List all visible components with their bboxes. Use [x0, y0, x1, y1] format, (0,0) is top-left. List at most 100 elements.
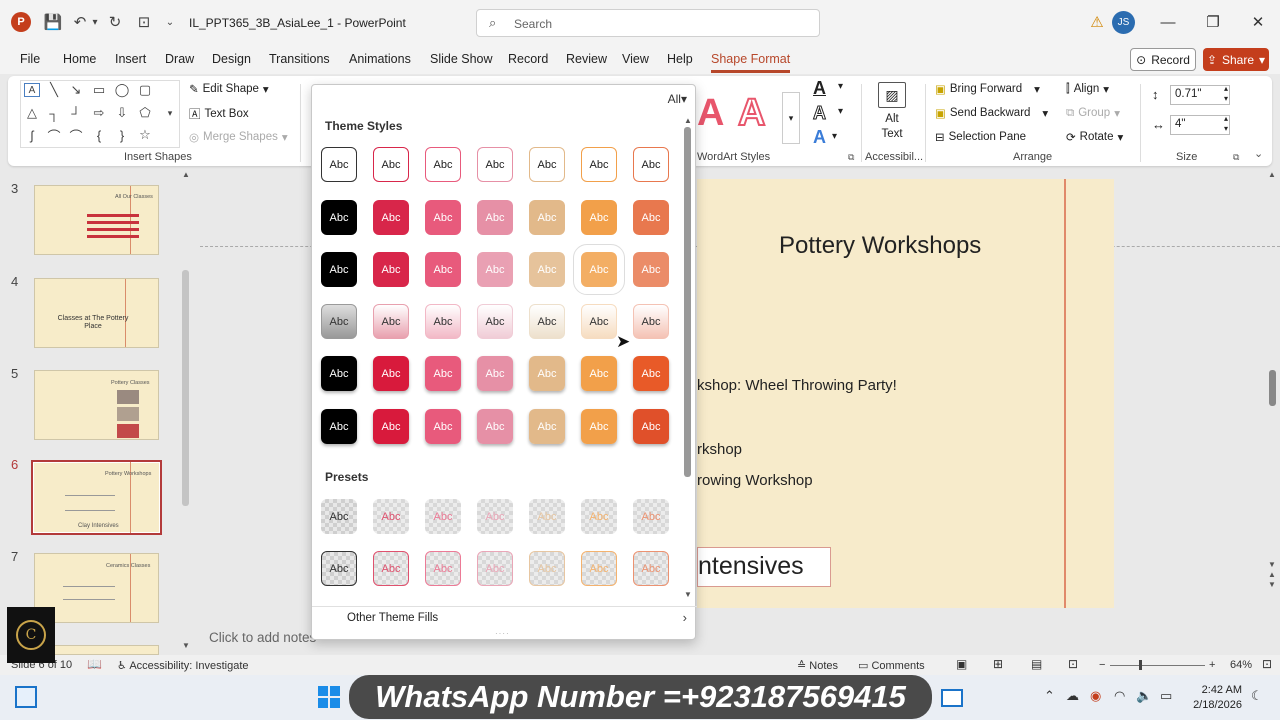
slide-bullet[interactable]: kshop: Wheel Throwing Party!: [697, 377, 897, 394]
volume-icon[interactable]: 🔈: [1136, 688, 1152, 704]
clock[interactable]: 2:42 AM 2/18/2026: [1186, 683, 1242, 713]
restore-icon[interactable]: ❐: [1203, 12, 1223, 32]
preset-style-swatch[interactable]: Abc: [321, 499, 357, 534]
accessibility-status[interactable]: ♿︎ Accessibility: Investigate: [117, 659, 249, 672]
text-box-button[interactable]: 🄰 Text Box: [189, 106, 249, 122]
elbow-connector-icon[interactable]: ┐: [46, 106, 62, 121]
slide-scrollbar[interactable]: [1269, 370, 1276, 406]
send-backward-button[interactable]: ▣ Send Backward ▾: [935, 106, 1048, 120]
theme-style-swatch[interactable]: Abc: [581, 304, 617, 339]
theme-style-swatch[interactable]: Abc: [373, 304, 409, 339]
battery-icon[interactable]: ▭: [1160, 688, 1172, 704]
slide-title[interactable]: Pottery Workshops: [779, 232, 981, 260]
theme-style-swatch[interactable]: Abc: [425, 200, 461, 235]
scroll-up-icon[interactable]: ▲: [1268, 170, 1276, 179]
gallery-scrollbar[interactable]: [684, 127, 691, 477]
present-icon[interactable]: ⊡: [134, 12, 154, 32]
undo-dropdown-icon[interactable]: ▾: [90, 12, 100, 32]
tab-help[interactable]: Help: [667, 52, 693, 66]
zoom-out-icon[interactable]: −: [1099, 659, 1105, 671]
alt-text-button[interactable]: Alt Text: [870, 112, 914, 142]
theme-style-swatch[interactable]: Abc: [321, 252, 357, 287]
slide-sorter-icon[interactable]: ⊞: [993, 657, 1003, 671]
merge-shapes-button[interactable]: ◎ Merge Shapes ▾: [189, 130, 288, 144]
search-box[interactable]: ⌕ Search: [476, 9, 820, 37]
scribble-shape-icon[interactable]: ʃ: [24, 128, 40, 143]
chevron-down-icon[interactable]: ▾: [838, 81, 843, 92]
slide-thumbnail-5[interactable]: Pottery Classes: [34, 370, 159, 440]
chevron-down-icon[interactable]: ▾: [832, 131, 837, 142]
comments-button[interactable]: ▭ Comments: [858, 659, 925, 672]
warning-icon[interactable]: ⚠: [1087, 12, 1107, 32]
reading-view-icon[interactable]: ▤: [1031, 657, 1042, 671]
chevron-down-icon[interactable]: ▾: [838, 106, 843, 117]
tab-slide-show[interactable]: Slide Show: [430, 52, 493, 66]
preset-style-swatch[interactable]: Abc: [373, 551, 409, 586]
theme-style-swatch[interactable]: Abc: [477, 252, 513, 287]
tab-file[interactable]: File: [20, 52, 40, 66]
theme-style-swatch[interactable]: Abc: [373, 356, 409, 391]
theme-style-swatch[interactable]: Abc: [529, 356, 565, 391]
theme-style-swatch[interactable]: Abc: [477, 304, 513, 339]
curve-shape-icon[interactable]: ⌒: [68, 128, 84, 144]
theme-style-swatch[interactable]: Abc: [373, 409, 409, 444]
tab-view[interactable]: View: [622, 52, 649, 66]
theme-style-swatch[interactable]: Abc: [529, 304, 565, 339]
dialog-launcher-icon[interactable]: ⧉: [848, 152, 854, 163]
theme-style-swatch[interactable]: Abc: [321, 304, 357, 339]
record-button[interactable]: ⊙ Record: [1130, 48, 1196, 71]
theme-style-swatch[interactable]: Abc: [477, 409, 513, 444]
save-icon[interactable]: 💾: [43, 12, 63, 32]
elbow-arrow-icon[interactable]: ┘: [68, 106, 84, 121]
theme-style-swatch[interactable]: Abc: [321, 200, 357, 235]
theme-style-swatch[interactable]: Abc: [373, 252, 409, 287]
preset-style-swatch[interactable]: Abc: [581, 551, 617, 586]
left-brace-icon[interactable]: {: [91, 128, 107, 143]
triangle-shape-icon[interactable]: △: [24, 105, 40, 120]
preset-style-swatch[interactable]: Abc: [477, 551, 513, 586]
star-shape-icon[interactable]: ☆: [137, 127, 153, 142]
height-field[interactable]: 0.71": [1170, 85, 1230, 105]
width-field[interactable]: 4": [1170, 115, 1230, 135]
zoom-in-icon[interactable]: +: [1209, 659, 1215, 671]
theme-style-swatch[interactable]: Abc: [633, 252, 669, 287]
down-arrow-shape-icon[interactable]: ⇩: [114, 105, 130, 120]
text-fill-icon[interactable]: A: [813, 78, 826, 99]
normal-view-icon[interactable]: ▣: [956, 657, 967, 671]
fit-slide-icon[interactable]: ⊡: [1262, 657, 1272, 671]
theme-style-swatch[interactable]: Abc: [581, 356, 617, 391]
theme-style-swatch[interactable]: Abc: [529, 409, 565, 444]
align-button[interactable]: ⫿ Align ▾: [1066, 82, 1109, 97]
tab-record[interactable]: Record: [508, 52, 548, 66]
theme-style-swatch[interactable]: Abc: [477, 356, 513, 391]
theme-style-swatch[interactable]: Abc: [321, 409, 357, 444]
close-icon[interactable]: ✕: [1248, 12, 1268, 32]
resize-grip-icon[interactable]: ····: [495, 629, 510, 638]
freeform-shape-icon[interactable]: ⬠: [137, 105, 153, 120]
notes-button[interactable]: ≙ Notes: [797, 659, 838, 672]
rounded-rect-shape-icon[interactable]: ▢: [137, 82, 153, 97]
share-button[interactable]: ⇪ Share ▾: [1203, 48, 1269, 71]
avatar[interactable]: JS: [1112, 11, 1135, 34]
theme-style-swatch[interactable]: Abc: [633, 200, 669, 235]
theme-style-swatch[interactable]: Abc: [529, 147, 565, 182]
slide-thumbnail-3[interactable]: All Our Classes: [34, 185, 159, 255]
other-theme-fills-item[interactable]: Other Theme Fills: [347, 612, 438, 624]
thumbnail-scrollbar[interactable]: [182, 270, 189, 506]
slide-thumbnail-6[interactable]: Pottery Workshops Clay Intensives: [31, 460, 162, 535]
selection-pane-button[interactable]: ⊟ Selection Pane: [935, 130, 1026, 144]
customize-toolbar-icon[interactable]: ⌄: [160, 12, 180, 32]
preset-style-swatch[interactable]: Abc: [373, 499, 409, 534]
text-outline-icon[interactable]: A: [813, 103, 827, 124]
scroll-down-icon[interactable]: ▼ ▲ ▼: [1268, 560, 1276, 590]
preset-style-swatch[interactable]: Abc: [633, 499, 669, 534]
preset-style-swatch[interactable]: Abc: [425, 499, 461, 534]
theme-style-swatch[interactable]: Abc: [425, 252, 461, 287]
theme-style-swatch[interactable]: Abc: [529, 252, 565, 287]
width-stepper-icon[interactable]: ▴ ▾: [1224, 114, 1228, 134]
collapse-ribbon-icon[interactable]: ⌄: [1254, 147, 1263, 160]
undo-icon[interactable]: ↶: [70, 12, 90, 32]
tab-review[interactable]: Review: [566, 52, 607, 66]
rotate-button[interactable]: ⟳ Rotate ▾: [1066, 130, 1123, 144]
wordart-outline-icon[interactable]: A: [737, 91, 766, 135]
